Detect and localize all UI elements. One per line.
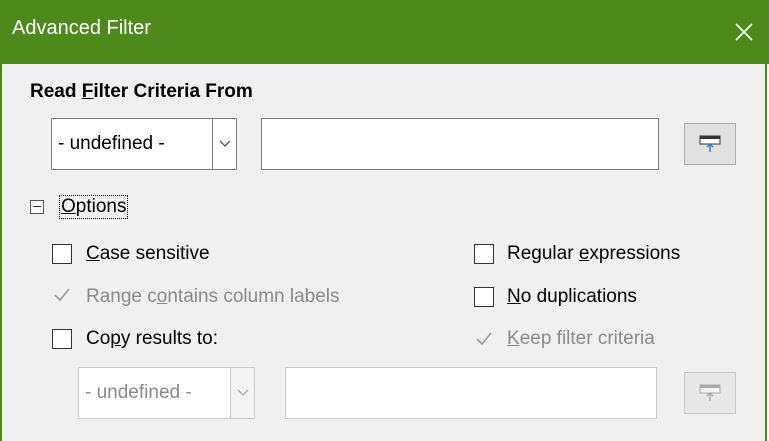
copy-results-select[interactable]: - undefined - bbox=[78, 367, 255, 419]
range-labels-checkbox[interactable] bbox=[52, 285, 72, 305]
copy-results-checkbox[interactable] bbox=[52, 329, 72, 349]
criteria-range-select[interactable]: - undefined - bbox=[51, 118, 237, 170]
options-toggle[interactable]: Options bbox=[58, 195, 129, 219]
no-duplications-checkbox[interactable] bbox=[474, 287, 494, 307]
title-bar: Advanced Filter bbox=[0, 0, 769, 64]
chevron-down-icon[interactable] bbox=[230, 368, 254, 418]
shrink-icon bbox=[699, 384, 721, 401]
shrink-button[interactable] bbox=[684, 123, 736, 165]
range-labels-label: Range contains column labels bbox=[86, 286, 340, 307]
copy-results-label: Copy results to: bbox=[86, 328, 219, 349]
chevron-down-icon[interactable] bbox=[212, 119, 236, 169]
regex-label: Regular expressions bbox=[507, 243, 681, 264]
case-sensitive-label: Case sensitive bbox=[86, 243, 210, 264]
criteria-range-select-value: - undefined - bbox=[58, 133, 165, 154]
window-title: Advanced Filter bbox=[12, 17, 151, 39]
no-duplications-label: No duplications bbox=[507, 286, 637, 307]
regex-checkbox[interactable] bbox=[474, 244, 494, 264]
case-sensitive-checkbox[interactable] bbox=[52, 244, 72, 264]
keep-criteria-label: Keep filter criteria bbox=[507, 328, 655, 349]
copy-shrink-button[interactable] bbox=[684, 372, 736, 414]
checkmark-icon bbox=[476, 332, 492, 346]
copy-results-input[interactable] bbox=[285, 367, 657, 419]
close-button[interactable] bbox=[724, 12, 764, 52]
copy-results-select-value: - undefined - bbox=[85, 382, 192, 403]
close-icon bbox=[735, 23, 753, 41]
keep-criteria-checkbox[interactable] bbox=[474, 329, 494, 349]
shrink-icon bbox=[699, 135, 721, 152]
criteria-range-input[interactable] bbox=[261, 118, 659, 170]
read-criteria-heading: Read Filter Criteria From bbox=[30, 81, 253, 102]
options-collapse-icon[interactable] bbox=[30, 200, 44, 214]
checkmark-icon bbox=[54, 288, 70, 302]
